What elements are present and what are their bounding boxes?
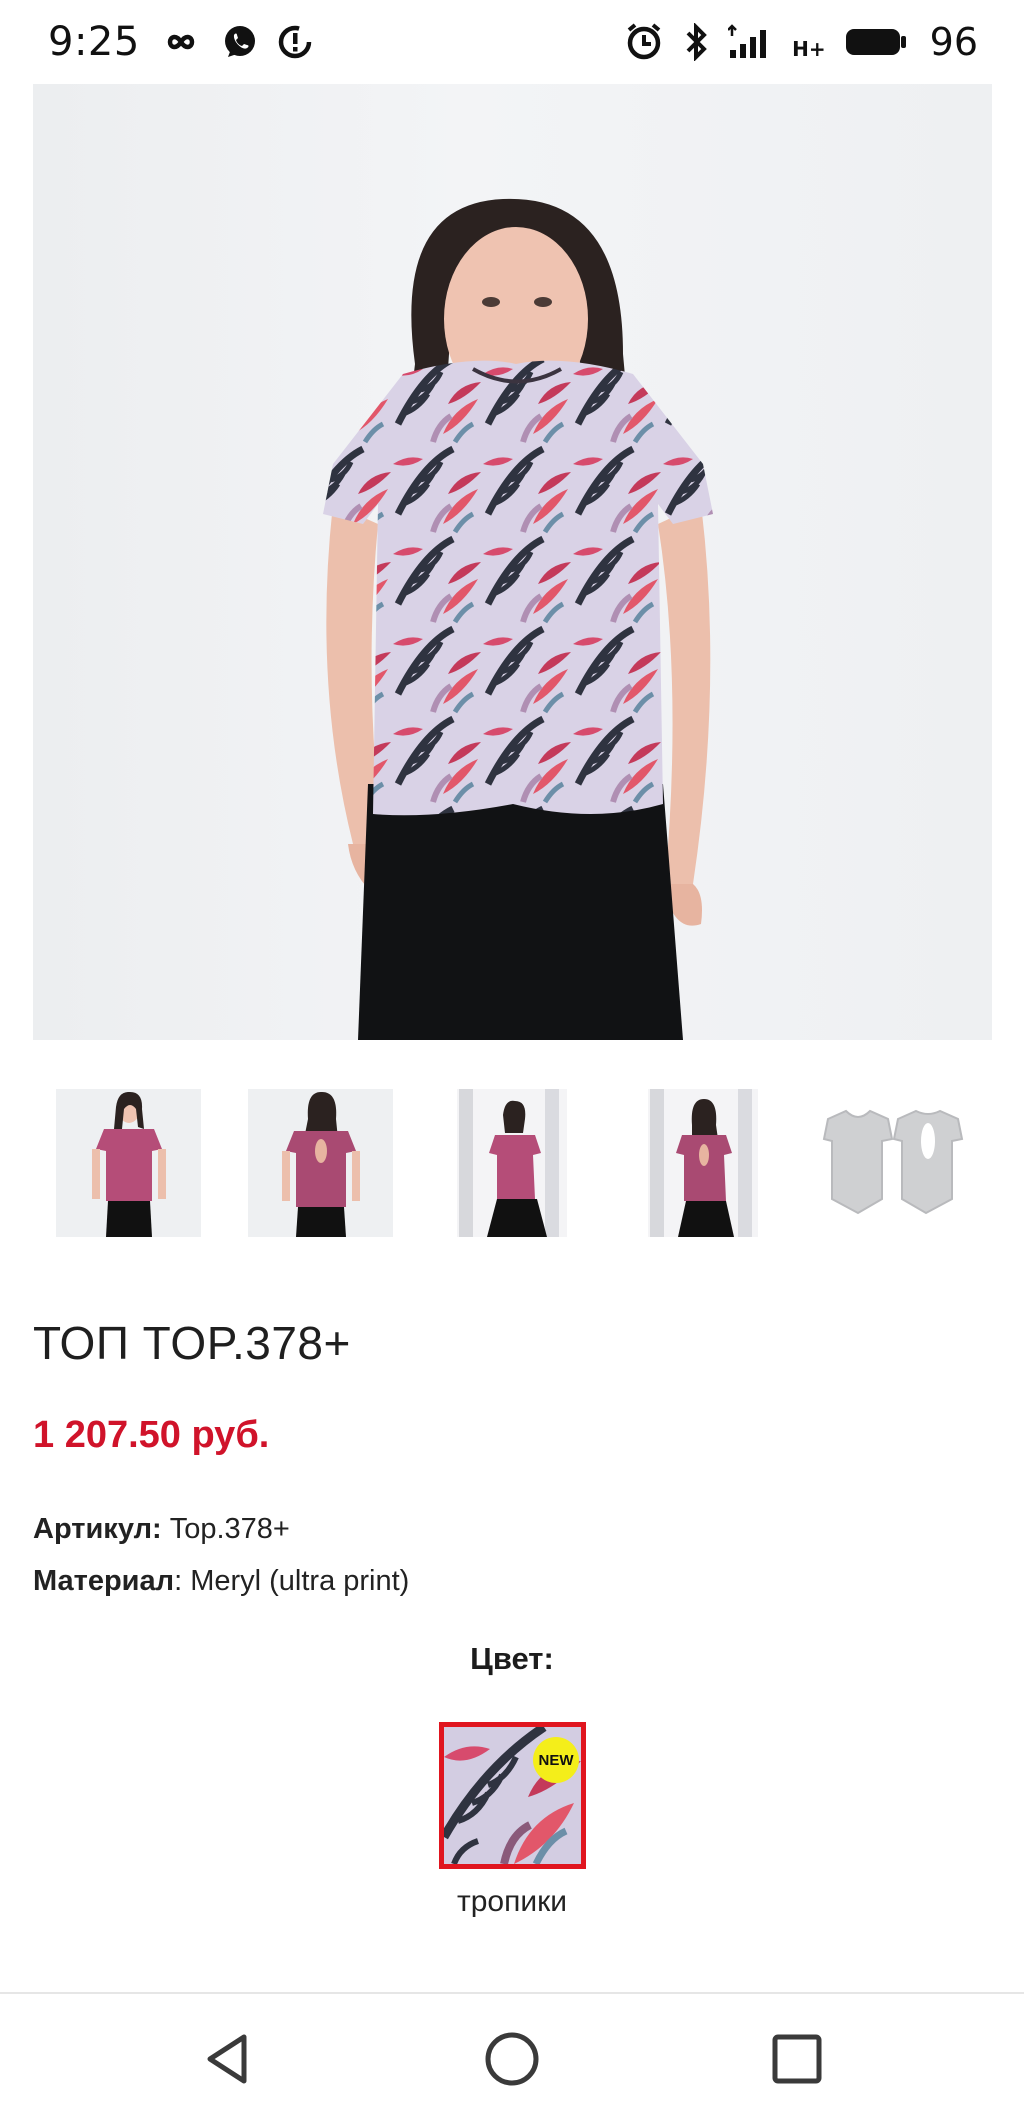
battery-level: 96	[929, 20, 978, 64]
product-title: ТОП TOP.378+	[33, 1317, 351, 1369]
back-icon[interactable]	[193, 2024, 263, 2094]
thumbnail-4[interactable]	[648, 1089, 758, 1237]
status-bar: 9:25 H+ 96	[0, 0, 1024, 84]
data-saver-icon	[276, 23, 314, 61]
whatsapp-icon	[222, 24, 258, 60]
material-label: Материал	[33, 1565, 175, 1597]
article-label: Артикул:	[33, 1513, 162, 1545]
thumbnail-strip	[0, 1089, 1024, 1239]
product-main-image[interactable]	[33, 84, 992, 1040]
infinity-icon	[158, 28, 204, 56]
network-type: H+	[792, 37, 826, 61]
home-icon[interactable]	[477, 2024, 547, 2094]
material-row: Материал: Meryl (ultra print)	[33, 1565, 409, 1598]
status-time: 9:25	[48, 19, 140, 65]
color-heading: Цвет:	[470, 1641, 554, 1676]
battery-icon	[844, 26, 908, 58]
alarm-icon	[624, 22, 664, 62]
color-swatch-tropiki[interactable]: NEW	[439, 1722, 586, 1869]
thumbnail-1[interactable]	[56, 1089, 201, 1237]
system-nav-bar	[0, 1992, 1024, 2127]
status-right: H+ 96	[624, 20, 978, 64]
article-value: Top.378+	[161, 1513, 290, 1545]
thumbnail-5[interactable]	[818, 1089, 968, 1237]
signal-icon	[728, 24, 774, 60]
bluetooth-icon	[682, 23, 710, 61]
article-row: Артикул: Top.378+	[33, 1513, 290, 1546]
new-badge: NEW	[533, 1737, 579, 1783]
color-name: тропики	[457, 1885, 567, 1918]
product-price: 1 207.50 руб.	[33, 1414, 270, 1456]
material-value: : Meryl (ultra print)	[174, 1565, 410, 1597]
thumbnail-3[interactable]	[457, 1089, 567, 1237]
thumbnail-2[interactable]	[248, 1089, 393, 1237]
model-photo	[323, 198, 713, 1040]
status-left: 9:25	[48, 19, 314, 65]
recents-icon[interactable]	[762, 2024, 832, 2094]
